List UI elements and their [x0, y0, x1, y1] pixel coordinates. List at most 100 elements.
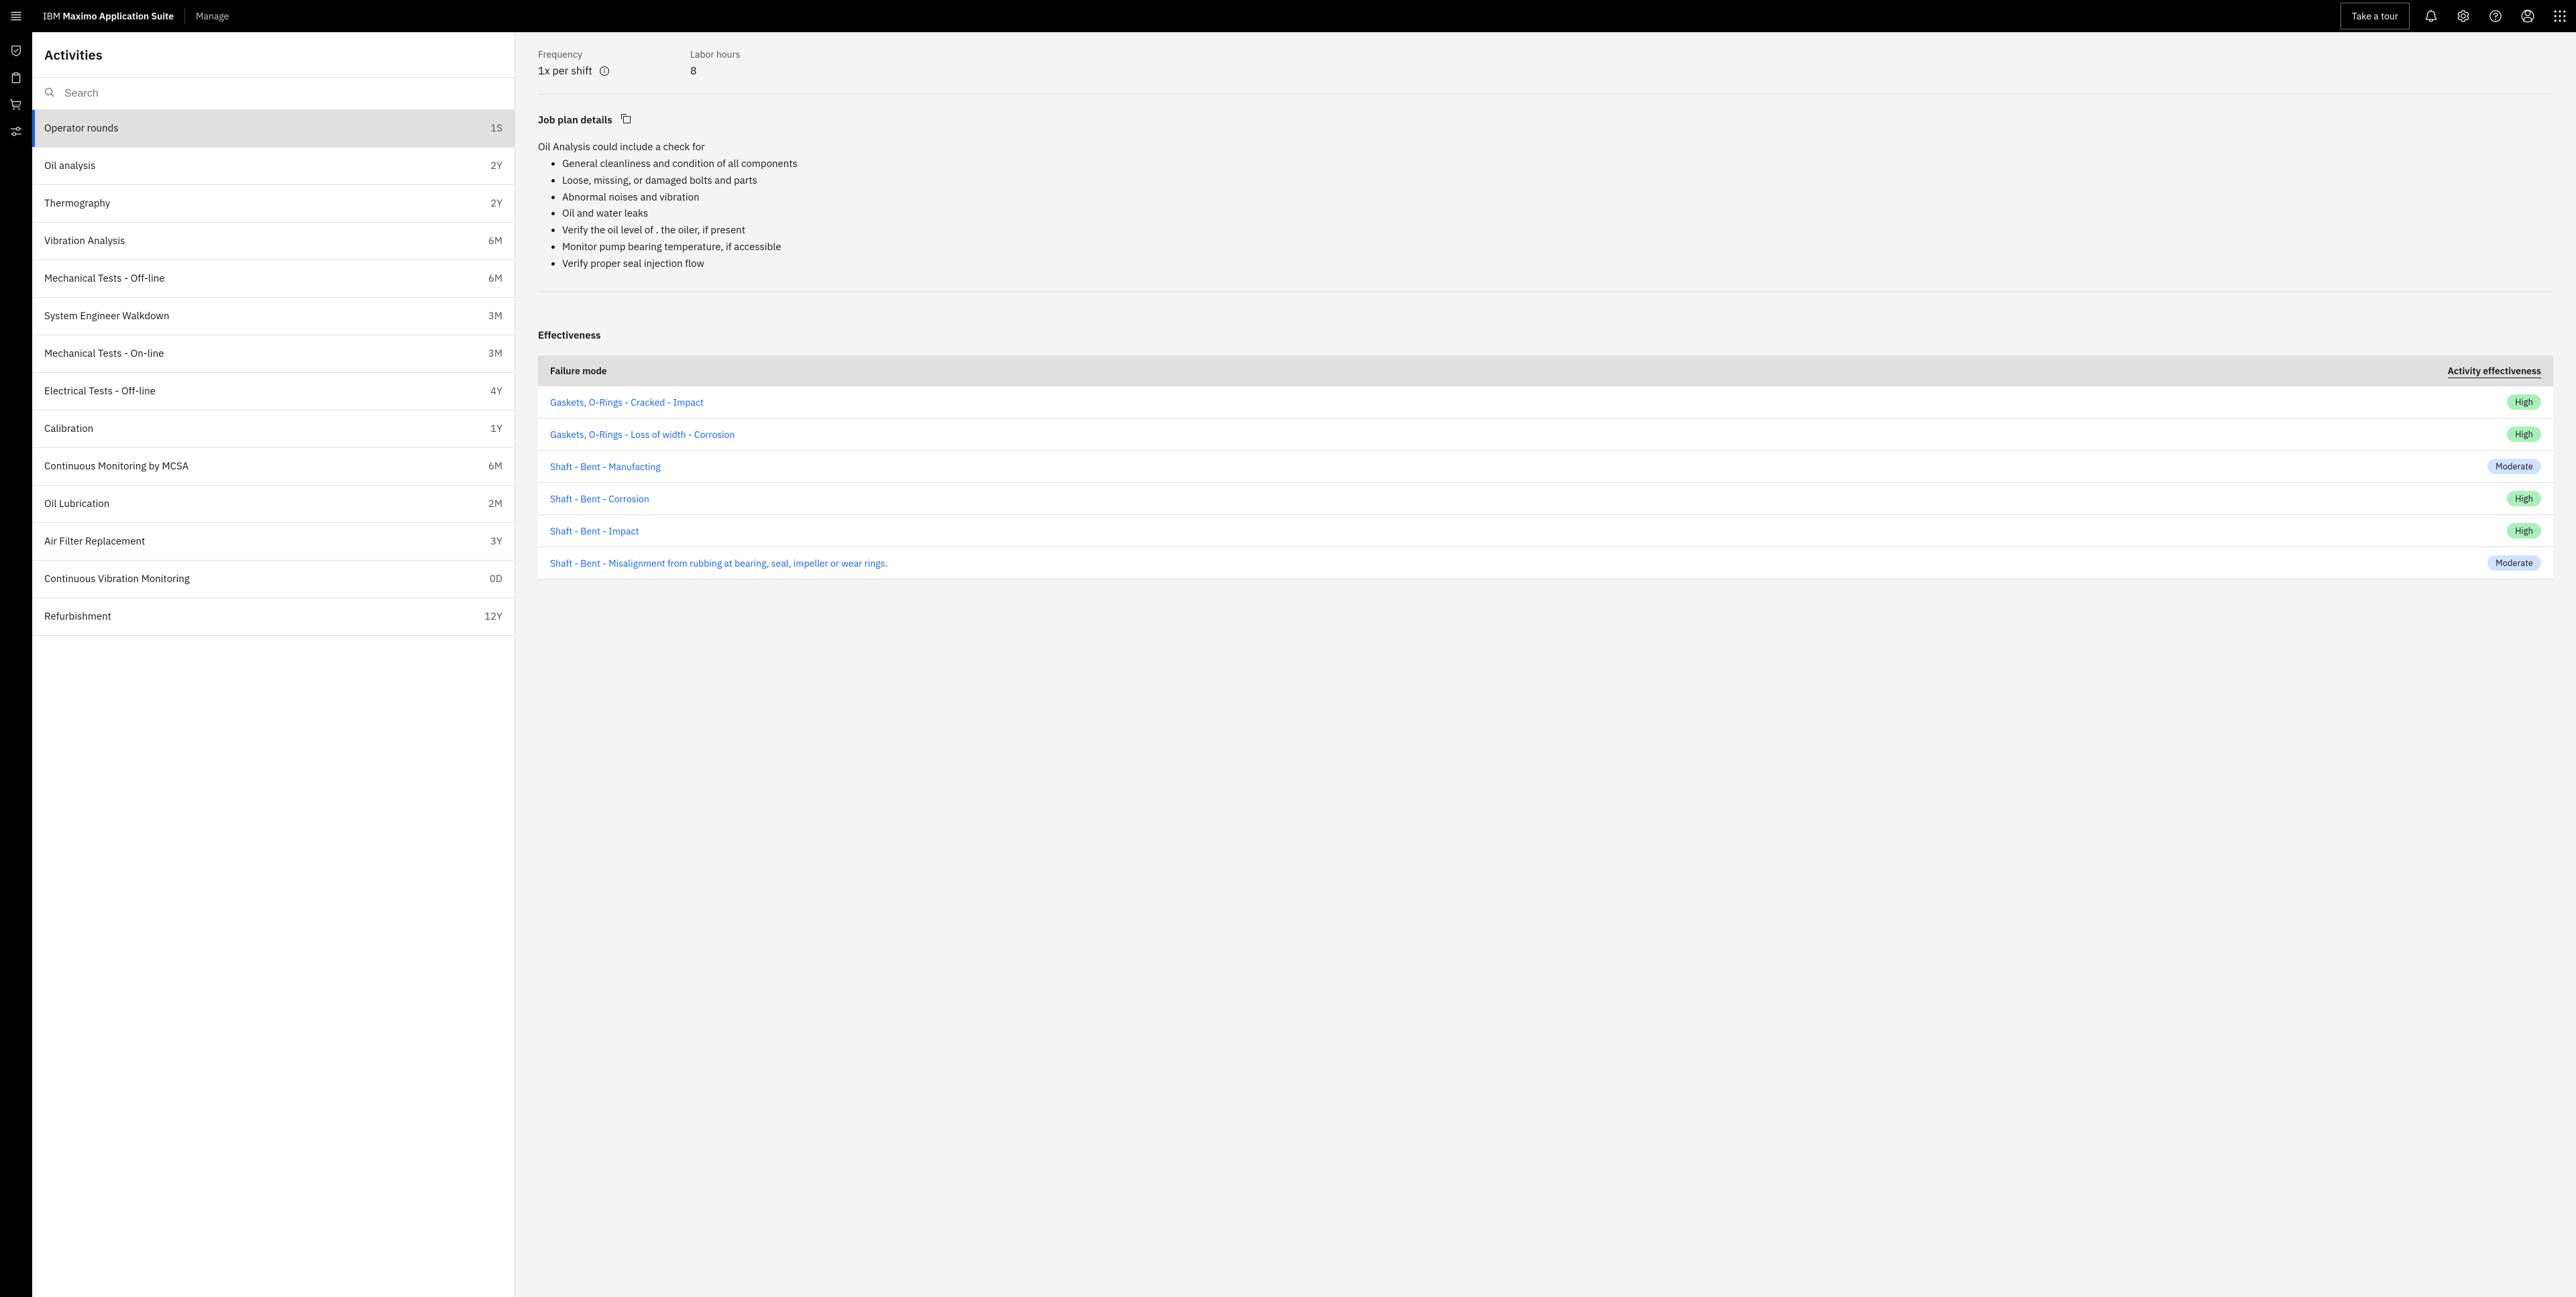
- top-header: IBM Maximo Application Suite Manage Take…: [0, 0, 2576, 32]
- jobplan-item: Verify the oil level of . the oiler, if …: [562, 223, 2553, 239]
- activity-freq: 2M: [488, 498, 502, 510]
- failure-mode-link[interactable]: Shaft - Bent - Impact: [550, 525, 639, 537]
- frequency-value: 1x per shift: [538, 64, 592, 78]
- table-row: Shaft - Bent - Impact High: [538, 515, 2553, 547]
- rail-clipboard-icon[interactable]: [0, 64, 32, 91]
- table-row: Gaskets, O-Rings - Loss of width - Corro…: [538, 418, 2553, 451]
- table-row: Shaft - Bent - Misalignment from rubbing…: [538, 547, 2553, 579]
- effectiveness-badge: High: [2507, 523, 2541, 539]
- activity-name: Electrical Tests - Off-line: [44, 385, 156, 398]
- activity-freq: 2Y: [490, 160, 502, 172]
- effectiveness-badge: High: [2507, 491, 2541, 506]
- table-row: Shaft - Bent - Corrosion High: [538, 483, 2553, 515]
- help-icon[interactable]: [2479, 0, 2512, 32]
- jobplan-item: Abnormal noises and vibration: [562, 190, 2553, 207]
- activity-freq: 3M: [488, 347, 502, 360]
- activities-panel: Activities Operator rounds 1S Oil analysis…: [32, 32, 515, 1297]
- activity-freq: 4Y: [490, 385, 502, 398]
- activity-freq: 0D: [490, 573, 502, 585]
- effectiveness-badge: Moderate: [2487, 459, 2541, 474]
- activity-name: Operator rounds: [44, 122, 119, 135]
- search-icon: [44, 87, 55, 101]
- labor-label: Labor hours: [690, 48, 741, 60]
- activity-freq: 3M: [488, 310, 502, 323]
- jobplan-item: Loose, missing, or damaged bolts and par…: [562, 173, 2553, 190]
- info-icon[interactable]: [599, 66, 610, 76]
- frequency-label: Frequency: [538, 48, 610, 60]
- hamburger-menu[interactable]: [0, 0, 32, 32]
- effectiveness-badge: Moderate: [2487, 555, 2541, 571]
- rail-shield-icon[interactable]: [0, 38, 32, 64]
- app-switcher-icon[interactable]: [2544, 0, 2576, 32]
- jobplan-title: Job plan details: [538, 114, 612, 127]
- table-row: Shaft - Bent - Manufacting Moderate: [538, 451, 2553, 483]
- brand-main: Maximo Application Suite: [62, 10, 174, 22]
- search-row[interactable]: [32, 78, 515, 110]
- failure-mode-link[interactable]: Shaft - Bent - Manufacting: [550, 461, 661, 473]
- th-failure-mode[interactable]: Failure mode: [538, 355, 2059, 386]
- panel-title: Activities: [32, 32, 515, 78]
- rail-cart-icon[interactable]: [0, 91, 32, 118]
- jobplan-item: General cleanliness and condition of all…: [562, 156, 2553, 173]
- notifications-icon[interactable]: [2415, 0, 2447, 32]
- activity-name: Vibration Analysis: [44, 235, 125, 247]
- left-rail: [0, 32, 32, 1297]
- failure-mode-link[interactable]: Gaskets, O-Rings - Loss of width - Corro…: [550, 429, 735, 441]
- table-row: Gaskets, O-Rings - Cracked - Impact High: [538, 386, 2553, 418]
- activity-item[interactable]: Calibration 1Y: [32, 410, 515, 448]
- user-avatar-icon[interactable]: [2512, 0, 2544, 32]
- effectiveness-title: Effectiveness: [538, 329, 600, 342]
- search-input[interactable]: [64, 88, 502, 100]
- activity-name: Mechanical Tests - On-line: [44, 347, 164, 360]
- failure-mode-link[interactable]: Gaskets, O-Rings - Cracked - Impact: [550, 396, 704, 408]
- activity-item[interactable]: Continuous Vibration Monitoring0D: [32, 561, 515, 598]
- activity-item[interactable]: Mechanical Tests - Off-line 6M: [32, 260, 515, 298]
- activity-name: Thermography: [44, 197, 110, 210]
- activity-freq: 2Y: [490, 197, 502, 210]
- activity-item[interactable]: Refurbishment12Y: [32, 598, 515, 636]
- activity-name: Calibration: [44, 422, 93, 435]
- activity-item[interactable]: Mechanical Tests - On-line 3M: [32, 335, 515, 373]
- effectiveness-badge: High: [2507, 427, 2541, 442]
- jobplan-item: Monitor pump bearing temperature, if acc…: [562, 239, 2553, 256]
- th-activity-effectiveness[interactable]: Activity effectiveness: [2059, 355, 2553, 386]
- brand-prefix: IBM: [43, 10, 60, 22]
- activity-item[interactable]: Continuous Monitoring by MCSA 6M: [32, 448, 515, 486]
- activity-item[interactable]: Thermography 2Y: [32, 185, 515, 223]
- activity-item[interactable]: Air Filter Replacement 3Y: [32, 523, 515, 561]
- activity-name: Oil Lubrication: [44, 498, 109, 510]
- copy-icon[interactable]: [621, 113, 631, 127]
- activity-item[interactable]: Electrical Tests - Off-line 4Y: [32, 373, 515, 410]
- labor-value: 8: [690, 64, 741, 78]
- effectiveness-table: Failure mode Activity effectiveness Gask…: [538, 355, 2553, 579]
- app-sublabel[interactable]: Manage: [185, 10, 239, 22]
- details-panel: Frequency 1x per shift Labor hours 8 Job…: [515, 32, 2576, 1297]
- activity-freq: 1S: [490, 122, 502, 135]
- activity-name: Air Filter Replacement: [44, 535, 145, 548]
- effectiveness-badge: High: [2507, 394, 2541, 410]
- take-tour-label: Take a tour: [2352, 10, 2398, 22]
- activity-freq: 1Y: [490, 422, 502, 435]
- jobplan-list: General cleanliness and condition of all…: [538, 156, 2553, 272]
- take-tour-button[interactable]: Take a tour: [2341, 3, 2410, 30]
- activity-item[interactable]: Oil Lubrication 2M: [32, 486, 515, 523]
- activity-name: Oil analysis: [44, 160, 95, 172]
- settings-icon[interactable]: [2447, 0, 2479, 32]
- activity-item[interactable]: Operator rounds 1S: [32, 110, 515, 148]
- activity-item[interactable]: System Engineer Walkdown 3M: [32, 298, 515, 335]
- activity-name: Mechanical Tests - Off-line: [44, 272, 165, 285]
- activity-name: Continuous Monitoring by MCSA: [44, 460, 189, 473]
- activity-freq: 6M: [488, 235, 502, 247]
- activity-freq: 3Y: [490, 535, 502, 548]
- activity-item[interactable]: Vibration Analysis 6M: [32, 223, 515, 260]
- activity-name: System Engineer Walkdown: [44, 310, 169, 323]
- activity-name: Refurbishment: [44, 610, 111, 623]
- failure-mode-link[interactable]: Shaft - Bent - Misalignment from rubbing…: [550, 557, 888, 569]
- rail-filter-icon[interactable]: [0, 118, 32, 145]
- jobplan-item: Oil and water leaks: [562, 206, 2553, 223]
- failure-mode-link[interactable]: Shaft - Bent - Corrosion: [550, 493, 649, 505]
- jobplan-intro: Oil Analysis could include a check for: [538, 141, 2553, 154]
- activity-freq: 6M: [488, 272, 502, 285]
- activity-freq: 6M: [488, 460, 502, 473]
- activity-item[interactable]: Oil analysis 2Y: [32, 148, 515, 185]
